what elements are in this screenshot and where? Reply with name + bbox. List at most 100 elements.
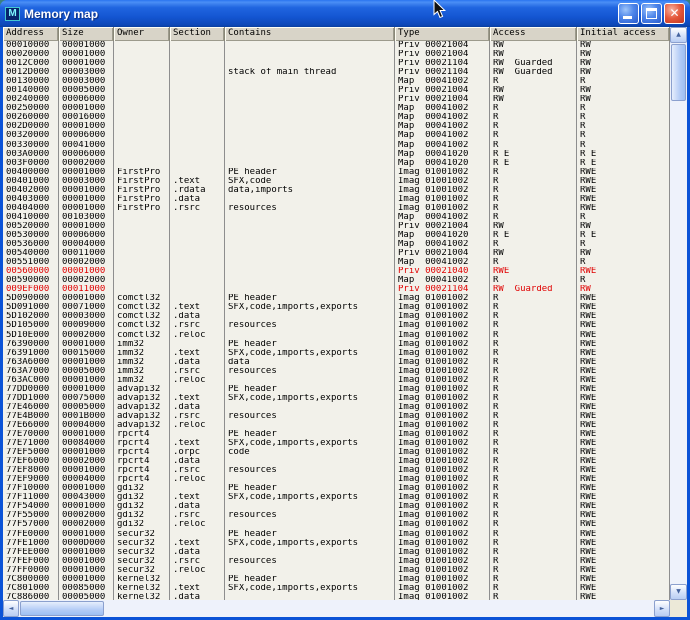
table-row[interactable]: 77FE0000 00001000 secur32 PE header Imag…	[3, 530, 670, 539]
table-row[interactable]: 77E70000 00001000 rpcrt4 PE header Imag …	[3, 430, 670, 439]
table-row[interactable]: 00402000 00001000 FirstPro .rdata data,i…	[3, 186, 670, 195]
table-row[interactable]: 77F11000 00043000 gdi32 .text SFX,code,i…	[3, 493, 670, 502]
table-row[interactable]: 00140000 00005000 Priv 00021004 RW RW	[3, 86, 670, 95]
table-row[interactable]: 5D102000 00003000 comctl32 .data Imag 01…	[3, 312, 670, 321]
vertical-scrollbar[interactable]: ▲ ▼	[670, 27, 687, 600]
table-row[interactable]: 00320000 00006000 Map 00041002 R R	[3, 131, 670, 140]
cell-access: R	[490, 312, 577, 321]
table-row[interactable]: 76390000 00001000 imm32 PE header Imag 0…	[3, 340, 670, 349]
table-row[interactable]: 00401000 00003000 FirstPro .text SFX,cod…	[3, 177, 670, 186]
cell-initial-access: RWE	[577, 575, 670, 584]
column-header-section[interactable]: Section	[170, 27, 225, 41]
table-row[interactable]: 00536000 00004000 Map 00041002 R R	[3, 240, 670, 249]
table-row[interactable]: 763A6000 00001000 imm32 .data data Imag …	[3, 358, 670, 367]
table-row[interactable]: 00130000 00003000 Map 00041002 R R	[3, 77, 670, 86]
cell-type: Map 00041002	[395, 77, 490, 86]
cell-initial-access: RW	[577, 68, 670, 77]
cell-section: .text	[170, 177, 225, 186]
vertical-scroll-track[interactable]	[670, 43, 687, 584]
table-row[interactable]: 77FE1000 0000D000 secur32 .text SFX,code…	[3, 539, 670, 548]
table-row[interactable]: 0012C000 00001000 Priv 00021104 RW Guard…	[3, 59, 670, 68]
table-row[interactable]: 77FF0000 00001000 secur32 .reloc Imag 01…	[3, 566, 670, 575]
table-row[interactable]: 77E71000 00084000 rpcrt4 .text SFX,code,…	[3, 439, 670, 448]
client-area: Address Size Owner Section Contains Type…	[3, 27, 687, 617]
table-row[interactable]: 5D090000 00001000 comctl32 PE header Ima…	[3, 294, 670, 303]
table-row[interactable]: 77F55000 00002000 gdi32 .rsrc resources …	[3, 511, 670, 520]
table-row[interactable]: 00020000 00001000 Priv 00021004 RW RW	[3, 50, 670, 59]
cell-section: .reloc	[170, 376, 225, 385]
table-row[interactable]: 7C801000 00085000 kernel32 .text SFX,cod…	[3, 584, 670, 593]
table-row[interactable]: 77DD0000 00001000 advapi32 PE header Ima…	[3, 385, 670, 394]
table-row[interactable]: 00520000 00001000 Priv 00021004 RW RW	[3, 222, 670, 231]
table-row[interactable]: 76391000 00015000 imm32 .text SFX,code,i…	[3, 349, 670, 358]
table-row[interactable]: 77E46000 00005000 advapi32 .data Imag 01…	[3, 403, 670, 412]
table-row[interactable]: 00560000 00001000 Priv 00021040 RWE RWE	[3, 267, 670, 276]
close-button[interactable]: ✕	[664, 3, 685, 24]
table-row[interactable]: 77FEF000 00001000 secur32 .rsrc resource…	[3, 557, 670, 566]
horizontal-scroll-thumb[interactable]	[20, 601, 104, 616]
table-row[interactable]: 0012D000 00003000 stack of main thread P…	[3, 68, 670, 77]
table-row[interactable]: 77F57000 00002000 gdi32 .reloc Imag 0100…	[3, 520, 670, 529]
maximize-button[interactable]	[641, 3, 662, 24]
table-row[interactable]: 00540000 00011000 Priv 00021004 RW RW	[3, 249, 670, 258]
column-header-type[interactable]: Type	[395, 27, 490, 41]
table-row[interactable]: 77EF6000 00002000 rpcrt4 .data Imag 0100…	[3, 457, 670, 466]
scroll-right-button[interactable]: ►	[654, 600, 670, 617]
table-row[interactable]: 77EF9000 00004000 rpcrt4 .reloc Imag 010…	[3, 475, 670, 484]
cell-address: 77FEE000	[3, 548, 59, 557]
table-row[interactable]: 00240000 00006000 Priv 00021004 RW RW	[3, 95, 670, 104]
table-row[interactable]: 77E66000 00004000 advapi32 .reloc Imag 0…	[3, 421, 670, 430]
table-row[interactable]: 00410000 00103000 Map 00041002 R R	[3, 213, 670, 222]
table-row[interactable]: 002D0000 00001000 Map 00041002 R R	[3, 122, 670, 131]
table-row[interactable]: 00403000 00001000 FirstPro .data Imag 01…	[3, 195, 670, 204]
vertical-scroll-thumb[interactable]	[671, 44, 686, 101]
table-row[interactable]: 00530000 00006000 Map 00041020 R E R E	[3, 231, 670, 240]
table-row[interactable]: 77F54000 00001000 gdi32 .data Imag 01001…	[3, 502, 670, 511]
cell-owner	[114, 95, 170, 104]
column-header-access[interactable]: Access	[490, 27, 577, 41]
table-row[interactable]: 77EF5000 00001000 rpcrt4 .orpc code Imag…	[3, 448, 670, 457]
titlebar[interactable]: M Memory map ✕	[0, 0, 690, 27]
cell-type: Imag 01001002	[395, 493, 490, 502]
table-row[interactable]: 77F10000 00001000 gdi32 PE header Imag 0…	[3, 484, 670, 493]
table-row[interactable]: 009EF000 00011000 Priv 00021104 RW Guard…	[3, 285, 670, 294]
horizontal-scroll-track[interactable]	[19, 600, 654, 617]
table-row[interactable]: 7C800000 00001000 kernel32 PE header Ima…	[3, 575, 670, 584]
column-header-address[interactable]: Address	[3, 27, 59, 41]
column-header-initial-access[interactable]: Initial access	[577, 27, 670, 41]
scroll-left-button[interactable]: ◄	[3, 600, 19, 617]
table-row[interactable]: 5D105000 00009000 comctl32 .rsrc resourc…	[3, 321, 670, 330]
table-row[interactable]: 00404000 00001000 FirstPro .rsrc resourc…	[3, 204, 670, 213]
table-row[interactable]: 77E4B000 0001B000 advapi32 .rsrc resourc…	[3, 412, 670, 421]
column-header-owner[interactable]: Owner	[114, 27, 170, 41]
cell-type: Map 00041020	[395, 150, 490, 159]
table-row[interactable]: 7C886000 00005000 kernel32 .data Imag 01…	[3, 593, 670, 600]
table-row[interactable]: 003F0000 00002000 Map 00041020 R E R E	[3, 159, 670, 168]
horizontal-scrollbar[interactable]: ◄ ►	[3, 600, 670, 617]
minimize-button[interactable]	[618, 3, 639, 24]
table-row[interactable]: 5D10E000 00002000 comctl32 .reloc Imag 0…	[3, 331, 670, 340]
cell-section	[170, 276, 225, 285]
cell-size: 00001000	[59, 59, 114, 68]
table-row[interactable]: 5D091000 00071000 comctl32 .text SFX,cod…	[3, 303, 670, 312]
table-row[interactable]: 00010000 00001000 Priv 00021004 RW RW	[3, 41, 670, 50]
table-row[interactable]: 003A0000 00006000 Map 00041020 R E R E	[3, 150, 670, 159]
scroll-down-button[interactable]: ▼	[670, 584, 687, 600]
cell-size: 00011000	[59, 249, 114, 258]
table-row[interactable]: 00400000 00001000 FirstPro PE header Ima…	[3, 168, 670, 177]
table-row[interactable]: 77DD1000 00075000 advapi32 .text SFX,cod…	[3, 394, 670, 403]
table-row[interactable]: 00250000 00001000 Map 00041002 R R	[3, 104, 670, 113]
scroll-up-button[interactable]: ▲	[670, 27, 687, 43]
table-row[interactable]: 00260000 00016000 Map 00041002 R R	[3, 113, 670, 122]
table-row[interactable]: 77FEE000 00001000 secur32 .data Imag 010…	[3, 548, 670, 557]
cell-section	[170, 530, 225, 539]
table-row[interactable]: 00330000 00041000 Map 00041002 R R	[3, 141, 670, 150]
table-row[interactable]: 00551000 00002000 Map 00041002 R R	[3, 258, 670, 267]
table-row[interactable]: 763A7000 00005000 imm32 .rsrc resources …	[3, 367, 670, 376]
column-header-size[interactable]: Size	[59, 27, 114, 41]
table-row[interactable]: 00590000 00002000 Map 00041002 R R	[3, 276, 670, 285]
table-row[interactable]: 77EF8000 00001000 rpcrt4 .rsrc resources…	[3, 466, 670, 475]
cell-owner: kernel32	[114, 593, 170, 600]
table-row[interactable]: 763AC000 00001000 imm32 .reloc Imag 0100…	[3, 376, 670, 385]
column-header-contains[interactable]: Contains	[225, 27, 395, 41]
